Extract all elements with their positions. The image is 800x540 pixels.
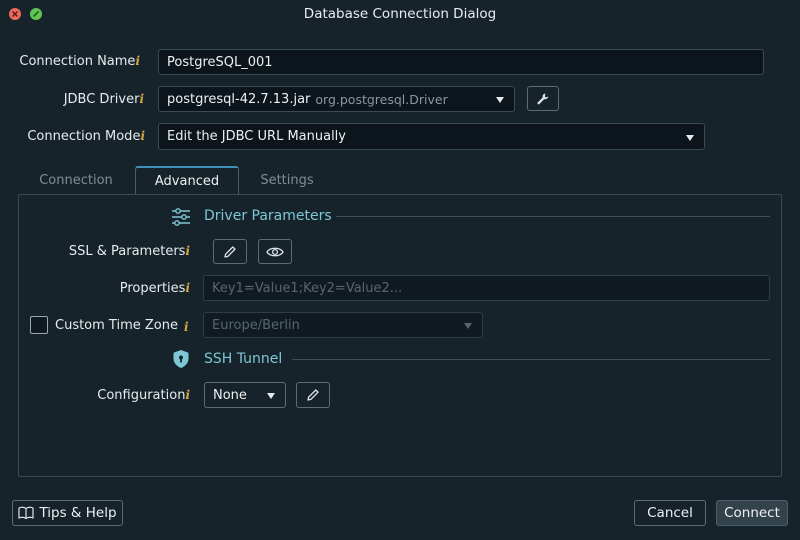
connection-name-input[interactable]: PostgreSQL_001 [158, 49, 764, 75]
tips-help-label: Tips & Help [39, 505, 117, 521]
custom-time-zone-checkbox[interactable] [30, 316, 48, 334]
driver-settings-button[interactable] [527, 86, 559, 111]
connection-mode-select[interactable]: Edit the JDBC URL Manually [158, 123, 705, 150]
ssh-configuration-select[interactable]: None [204, 382, 286, 408]
configuration-label: Configurationi [97, 388, 190, 403]
jdbc-driver-value: postgresql-42.7.13.jar [167, 91, 311, 107]
connection-mode-value: Edit the JDBC URL Manually [167, 129, 346, 144]
ssl-edit-button[interactable] [213, 239, 247, 264]
shield-icon [172, 349, 190, 369]
chevron-down-icon [464, 323, 472, 329]
eye-icon [266, 247, 284, 256]
title-bar: Database Connection Dialog [0, 0, 800, 28]
info-icon: i [139, 92, 144, 106]
tab-advanced[interactable]: Advanced [135, 166, 239, 195]
wrench-icon [537, 93, 549, 104]
connection-name-label: Connection Namei [19, 54, 140, 69]
properties-input[interactable]: Key1=Value1;Key2=Value2... [203, 275, 770, 301]
ssh-tunnel-title: SSH Tunnel [204, 351, 283, 367]
time-zone-value: Europe/Berlin [212, 317, 300, 333]
ssh-edit-button[interactable] [296, 382, 330, 408]
info-icon: i [185, 244, 190, 258]
jdbc-driver-class: org.postgresql.Driver [315, 91, 448, 107]
info-icon: i [135, 54, 140, 68]
time-zone-select[interactable]: Europe/Berlin [203, 312, 483, 338]
chevron-down-icon [267, 393, 275, 399]
pencil-icon [224, 245, 236, 258]
section-divider [292, 359, 770, 360]
chevron-down-icon [496, 97, 504, 103]
section-divider [336, 216, 770, 217]
driver-parameters-title: Driver Parameters [204, 208, 332, 224]
ssl-parameters-label: SSL & Parametersi [68, 244, 190, 259]
connection-mode-label: Connection Modei [27, 129, 145, 144]
chevron-down-icon [686, 134, 694, 141]
properties-label: Propertiesi [119, 281, 190, 296]
info-icon: i [185, 281, 190, 295]
sliders-icon [170, 207, 192, 227]
jdbc-driver-label: JDBC Driveri [63, 92, 144, 107]
tab-settings[interactable]: Settings [246, 173, 328, 193]
window-title: Database Connection Dialog [303, 6, 497, 22]
connect-button[interactable]: Connect [716, 500, 788, 526]
info-icon: i [185, 388, 190, 402]
pencil-icon [307, 389, 319, 401]
custom-time-zone-label: Custom Time Zone [55, 318, 178, 333]
jdbc-driver-select[interactable]: postgresql-42.7.13.jar org.postgresql.Dr… [158, 86, 515, 112]
book-icon [18, 506, 35, 520]
tab-connection[interactable]: Connection [26, 173, 126, 193]
info-icon: i [184, 320, 189, 334]
ssh-configuration-value: None [213, 387, 247, 403]
tips-help-button[interactable]: Tips & Help [12, 500, 123, 526]
info-icon: i [140, 129, 145, 143]
cancel-button[interactable]: Cancel [634, 500, 706, 526]
ssl-view-button[interactable] [258, 239, 292, 264]
